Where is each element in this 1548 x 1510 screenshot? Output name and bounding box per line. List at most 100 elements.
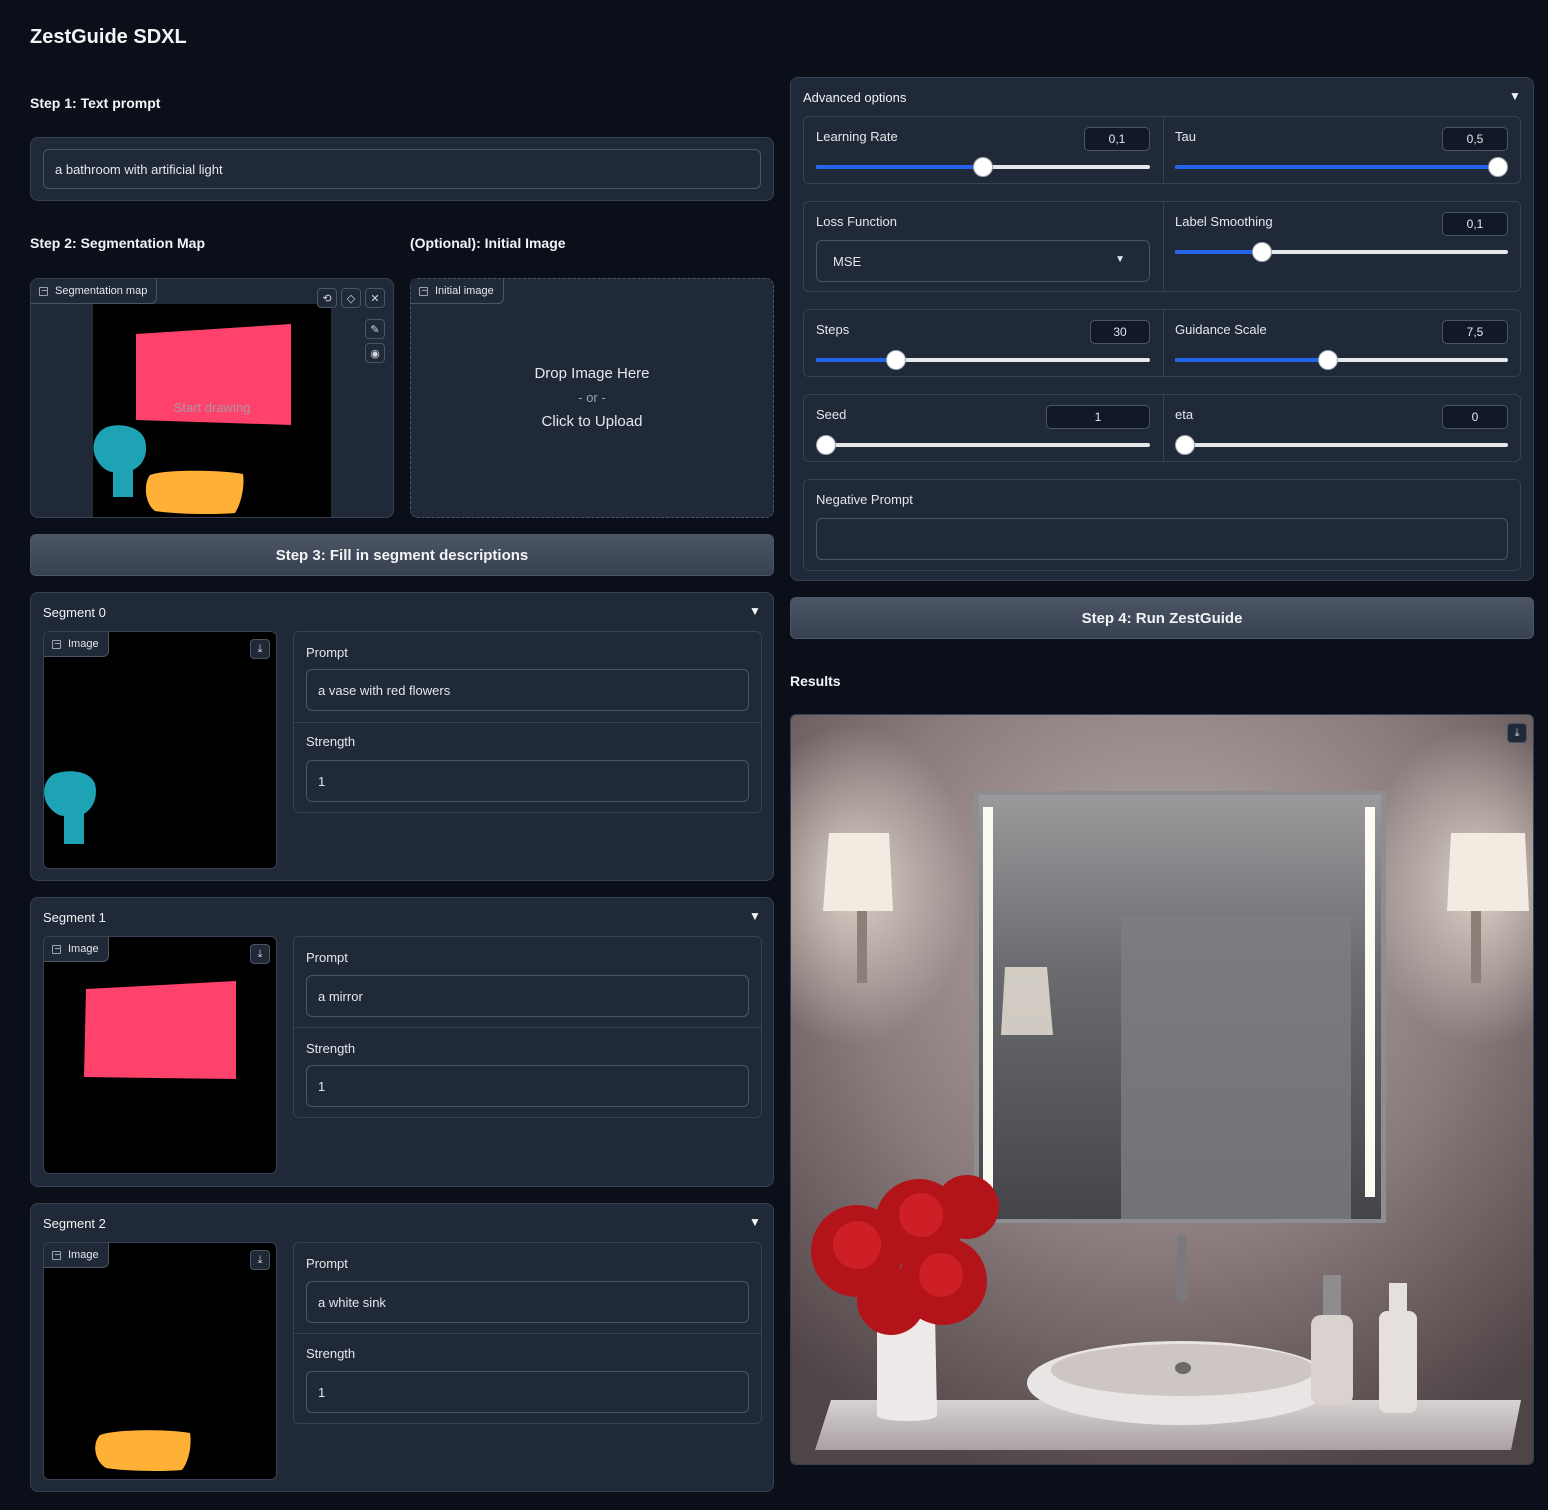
tau-slider[interactable]: [1175, 157, 1508, 177]
divider: [1163, 310, 1164, 376]
advanced-options-accordion: Advanced options ▼ Learning Rate 0,1 Tau…: [790, 77, 1534, 581]
step1-label: Step 1: Text prompt: [30, 95, 161, 111]
negative-prompt-block: Negative Prompt: [803, 479, 1521, 571]
lamp-arm-left: [857, 911, 867, 983]
segment-0-mask: [44, 771, 96, 844]
steps-slider[interactable]: [816, 350, 1150, 370]
learning-rate-input[interactable]: 0,1: [1084, 127, 1150, 151]
download-icon[interactable]: ⤓: [250, 639, 270, 659]
segment-0-strength-input[interactable]: 1: [306, 760, 749, 802]
divider: [294, 1333, 761, 1334]
segment-1-prompt-input[interactable]: a mirror: [306, 975, 749, 1017]
label-smoothing-input[interactable]: 0,1: [1442, 212, 1508, 236]
segment-1-strength-label: Strength: [306, 1041, 356, 1056]
segmentation-map-editor: Start drawing Segmentation map ⟲ ◇ ✕ ✎ ◉: [30, 278, 394, 518]
segment-0-title[interactable]: Segment 0: [43, 605, 106, 620]
seed-input[interactable]: 1: [1046, 405, 1150, 429]
results-label: Results: [790, 673, 841, 689]
loss-function-label: Loss Function: [816, 214, 897, 229]
segment-1-accordion: Segment 1 ▼ Image ⤓ Prompt a mirror Stre…: [30, 897, 774, 1187]
guidance-scale-label: Guidance Scale: [1175, 322, 1267, 337]
label-smoothing-label: Label Smoothing: [1175, 214, 1273, 229]
eta-input[interactable]: 0: [1442, 405, 1508, 429]
vase-segment-shape: [93, 425, 147, 497]
eta-thumb[interactable]: [1174, 435, 1195, 455]
app-title: ZestGuide SDXL: [30, 26, 187, 48]
segment-1-fields: Prompt a mirror Strength 1: [293, 936, 762, 1118]
lamp-shade-right: [1447, 833, 1529, 911]
text-prompt-input[interactable]: a bathroom with artificial light: [43, 149, 761, 189]
divider: [294, 1027, 761, 1028]
palette-icon[interactable]: ◉: [365, 343, 385, 363]
segment-0-strength-label: Strength: [306, 734, 356, 749]
steps-input[interactable]: 30: [1090, 320, 1150, 344]
segmentation-canvas[interactable]: Start drawing: [93, 304, 331, 517]
negative-prompt-input[interactable]: [816, 518, 1508, 560]
segment-2-image: Image ⤓: [43, 1242, 277, 1480]
chevron-down-icon[interactable]: ▼: [1509, 89, 1521, 103]
divider: [1163, 202, 1164, 291]
close-icon[interactable]: ✕: [365, 288, 385, 308]
learning-rate-thumb[interactable]: [973, 157, 993, 177]
mirror-light-right: [1365, 807, 1375, 1197]
download-icon[interactable]: ⤓: [250, 944, 270, 964]
segment-0-accordion: Segment 0 ▼ Image ⤓ Prompt a vase with r…: [30, 592, 774, 881]
segment-0-image: Image ⤓: [43, 631, 277, 869]
initial-image-tag: Initial image: [411, 279, 504, 304]
learning-rate-slider[interactable]: [816, 157, 1150, 177]
segmentation-map-tag: Segmentation map: [31, 279, 158, 304]
chevron-down-icon[interactable]: ▼: [749, 909, 761, 923]
eta-slider[interactable]: [1174, 435, 1508, 455]
segment-2-title[interactable]: Segment 2: [43, 1216, 106, 1231]
eraser-icon[interactable]: ◇: [341, 288, 361, 308]
image-icon: [419, 286, 428, 296]
label-smoothing-thumb[interactable]: [1251, 242, 1272, 262]
advanced-options-title[interactable]: Advanced options: [803, 90, 906, 105]
row-learning-rate-tau: Learning Rate 0,1 Tau 0,5: [803, 116, 1521, 184]
download-icon[interactable]: ⤓: [250, 1250, 270, 1270]
run-zestguide-button[interactable]: Step 4: Run ZestGuide: [790, 597, 1534, 639]
segment-2-prompt-input[interactable]: a white sink: [306, 1281, 749, 1323]
click-upload-text: Click to Upload: [541, 413, 643, 430]
faucet-shape: [1177, 1235, 1187, 1301]
tau-thumb[interactable]: [1488, 157, 1508, 177]
segment-0-image-tag-label: Image: [68, 638, 99, 650]
soap-bottle-2: [1379, 1311, 1417, 1413]
segment-1-title[interactable]: Segment 1: [43, 910, 106, 925]
seed-label: Seed: [816, 407, 847, 422]
chevron-down-icon[interactable]: ▼: [749, 1215, 761, 1229]
dropdown-arrow-icon: ▼: [1115, 254, 1125, 265]
tau-input[interactable]: 0,5: [1442, 127, 1508, 151]
guidance-scale-slider[interactable]: [1175, 350, 1508, 370]
lamp-shade-left: [823, 833, 893, 911]
drop-image-text: Drop Image Here: [534, 365, 650, 382]
fill-segment-descriptions-button[interactable]: Step 3: Fill in segment descriptions: [30, 534, 774, 576]
sink-segment-shape: [145, 470, 244, 515]
initial-image-tag-label: Initial image: [435, 285, 494, 297]
initial-image-label: (Optional): Initial Image: [410, 235, 566, 251]
brush-icon[interactable]: ✎: [365, 319, 385, 339]
image-icon: [52, 1250, 61, 1260]
segment-2-fields: Prompt a white sink Strength 1: [293, 1242, 762, 1424]
segment-1-strength-input[interactable]: 1: [306, 1065, 749, 1107]
negative-prompt-label: Negative Prompt: [816, 492, 913, 507]
segment-0-image-tag: Image: [44, 632, 109, 657]
seed-thumb[interactable]: [816, 435, 837, 455]
loss-function-dropdown[interactable]: MSE ▼: [816, 240, 1150, 282]
segment-0-prompt-input[interactable]: a vase with red flowers: [306, 669, 749, 711]
chevron-down-icon[interactable]: ▼: [749, 604, 761, 618]
steps-thumb[interactable]: [886, 350, 907, 370]
download-icon[interactable]: ⤓: [1507, 723, 1527, 743]
guidance-scale-thumb[interactable]: [1318, 350, 1339, 370]
initial-image-upload[interactable]: Initial image Drop Image Here - or - Cli…: [410, 278, 774, 518]
label-smoothing-slider[interactable]: [1175, 242, 1508, 262]
segment-2-image-tag: Image: [44, 1243, 109, 1268]
guidance-scale-input[interactable]: 7,5: [1442, 320, 1508, 344]
segment-2-strength-label: Strength: [306, 1346, 356, 1361]
segment-2-image-tag-label: Image: [68, 1249, 99, 1261]
loss-function-value: MSE: [833, 253, 862, 269]
segmentation-map-tag-label: Segmentation map: [55, 285, 148, 297]
segment-2-strength-input[interactable]: 1: [306, 1371, 749, 1413]
seed-slider[interactable]: [816, 435, 1150, 455]
undo-icon[interactable]: ⟲: [317, 288, 337, 308]
